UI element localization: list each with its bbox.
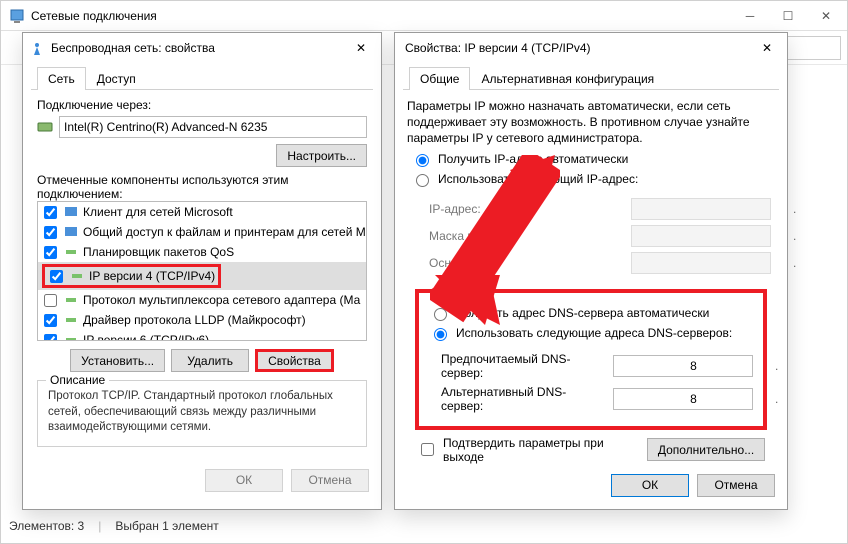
list-item[interactable]: Драйвер протокола LLDP (Майкрософт) xyxy=(38,310,366,330)
list-item-ipv4[interactable]: IP версии 4 (TCP/IPv4) xyxy=(38,262,366,290)
dns-alt-input[interactable]: . . . xyxy=(613,388,753,410)
mux-icon xyxy=(63,292,79,308)
tab-net[interactable]: Сеть xyxy=(37,67,86,90)
list-item[interactable]: Общий доступ к файлам и принтерам для се… xyxy=(38,222,366,242)
qos-icon xyxy=(63,244,79,260)
maximize-button[interactable]: ☐ xyxy=(769,2,807,30)
desc-text: Протокол TCP/IP. Стандартный протокол гл… xyxy=(48,389,356,436)
network-icon xyxy=(9,8,25,24)
install-button[interactable]: Установить... xyxy=(70,349,165,372)
close-button[interactable]: ✕ xyxy=(807,2,845,30)
dns-highlight-box: Получить адрес DNS-сервера автоматически… xyxy=(415,289,767,430)
components-list[interactable]: Клиент для сетей Microsoft Общий доступ … xyxy=(37,201,367,341)
dlg-cancel-button[interactable]: Отмена xyxy=(291,469,369,492)
dns-pref-input[interactable]: . . . xyxy=(613,355,753,377)
desc-legend: Описание xyxy=(46,373,109,387)
close-icon[interactable]: ✕ xyxy=(753,36,781,60)
main-title: Сетевые подключения xyxy=(31,9,731,23)
tab-alt[interactable]: Альтернативная конфигурация xyxy=(470,67,665,90)
dns-manual-radio[interactable] xyxy=(434,328,447,341)
components-label: Отмеченные компоненты используются этим … xyxy=(37,173,367,201)
list-item[interactable]: Протокол мультиплексора сетевого адаптер… xyxy=(38,290,366,310)
share-icon xyxy=(63,224,79,240)
connect-via-label: Подключение через: xyxy=(37,98,367,112)
status-selected: Выбран 1 элемент xyxy=(115,519,218,533)
properties-button[interactable]: Свойства xyxy=(255,349,334,372)
tabs: Сеть Доступ xyxy=(31,67,373,90)
remove-button[interactable]: Удалить xyxy=(171,349,249,372)
ipv4-cancel-button[interactable]: Отмена xyxy=(697,474,775,497)
list-item[interactable]: Клиент для сетей Microsoft xyxy=(38,202,366,222)
adapter-icon xyxy=(37,119,53,135)
dlg-titlebar: Свойства: IP версии 4 (TCP/IPv4) ✕ xyxy=(395,33,787,63)
ipv6-icon xyxy=(63,332,79,341)
ip-address-input: ... xyxy=(631,198,771,220)
lldp-icon xyxy=(63,312,79,328)
ipv4-icon xyxy=(69,268,85,284)
dlg-titlebar: Беспроводная сеть: свойства ✕ xyxy=(23,33,381,63)
tab-access[interactable]: Доступ xyxy=(86,67,147,90)
gateway-input: ... xyxy=(631,252,771,274)
advanced-button[interactable]: Дополнительно... xyxy=(647,438,765,461)
minimize-button[interactable]: ─ xyxy=(731,2,769,30)
status-count: Элементов: 3 xyxy=(9,519,84,533)
mask-input: ... xyxy=(631,225,771,247)
ip-manual-radio[interactable] xyxy=(416,174,429,187)
ipv4-para: Параметры IP можно назначать автоматичес… xyxy=(407,98,775,147)
list-item[interactable]: IP версии 6 (TCP/IPv6) xyxy=(38,330,366,341)
ipv4-props-dialog: Свойства: IP версии 4 (TCP/IPv4) ✕ Общие… xyxy=(394,32,788,510)
close-icon[interactable]: ✕ xyxy=(347,36,375,60)
ip-auto-radio[interactable] xyxy=(416,154,429,167)
status-bar: Элементов: 3 | Выбран 1 элемент xyxy=(9,519,219,533)
ipv4-ok-button[interactable]: ОК xyxy=(611,474,689,497)
configure-button[interactable]: Настроить... xyxy=(276,144,367,167)
main-titlebar: Сетевые подключения ─ ☐ ✕ xyxy=(1,1,847,31)
dns-auto-radio[interactable] xyxy=(434,308,447,321)
dlg-ok-button[interactable]: ОК xyxy=(205,469,283,492)
client-icon xyxy=(63,204,79,220)
tab-general[interactable]: Общие xyxy=(409,67,470,90)
antenna-icon xyxy=(29,40,45,56)
confirm-exit-checkbox[interactable]: Подтвердить параметры при выходе xyxy=(417,436,647,464)
dlg-title: Свойства: IP версии 4 (TCP/IPv4) xyxy=(401,41,753,55)
dlg-title: Беспроводная сеть: свойства xyxy=(51,41,347,55)
adapter-input[interactable] xyxy=(59,116,367,138)
list-item[interactable]: Планировщик пакетов QoS xyxy=(38,242,366,262)
wireless-props-dialog: Беспроводная сеть: свойства ✕ Сеть Досту… xyxy=(22,32,382,510)
ipv4-tabs: Общие Альтернативная конфигурация xyxy=(403,67,779,90)
